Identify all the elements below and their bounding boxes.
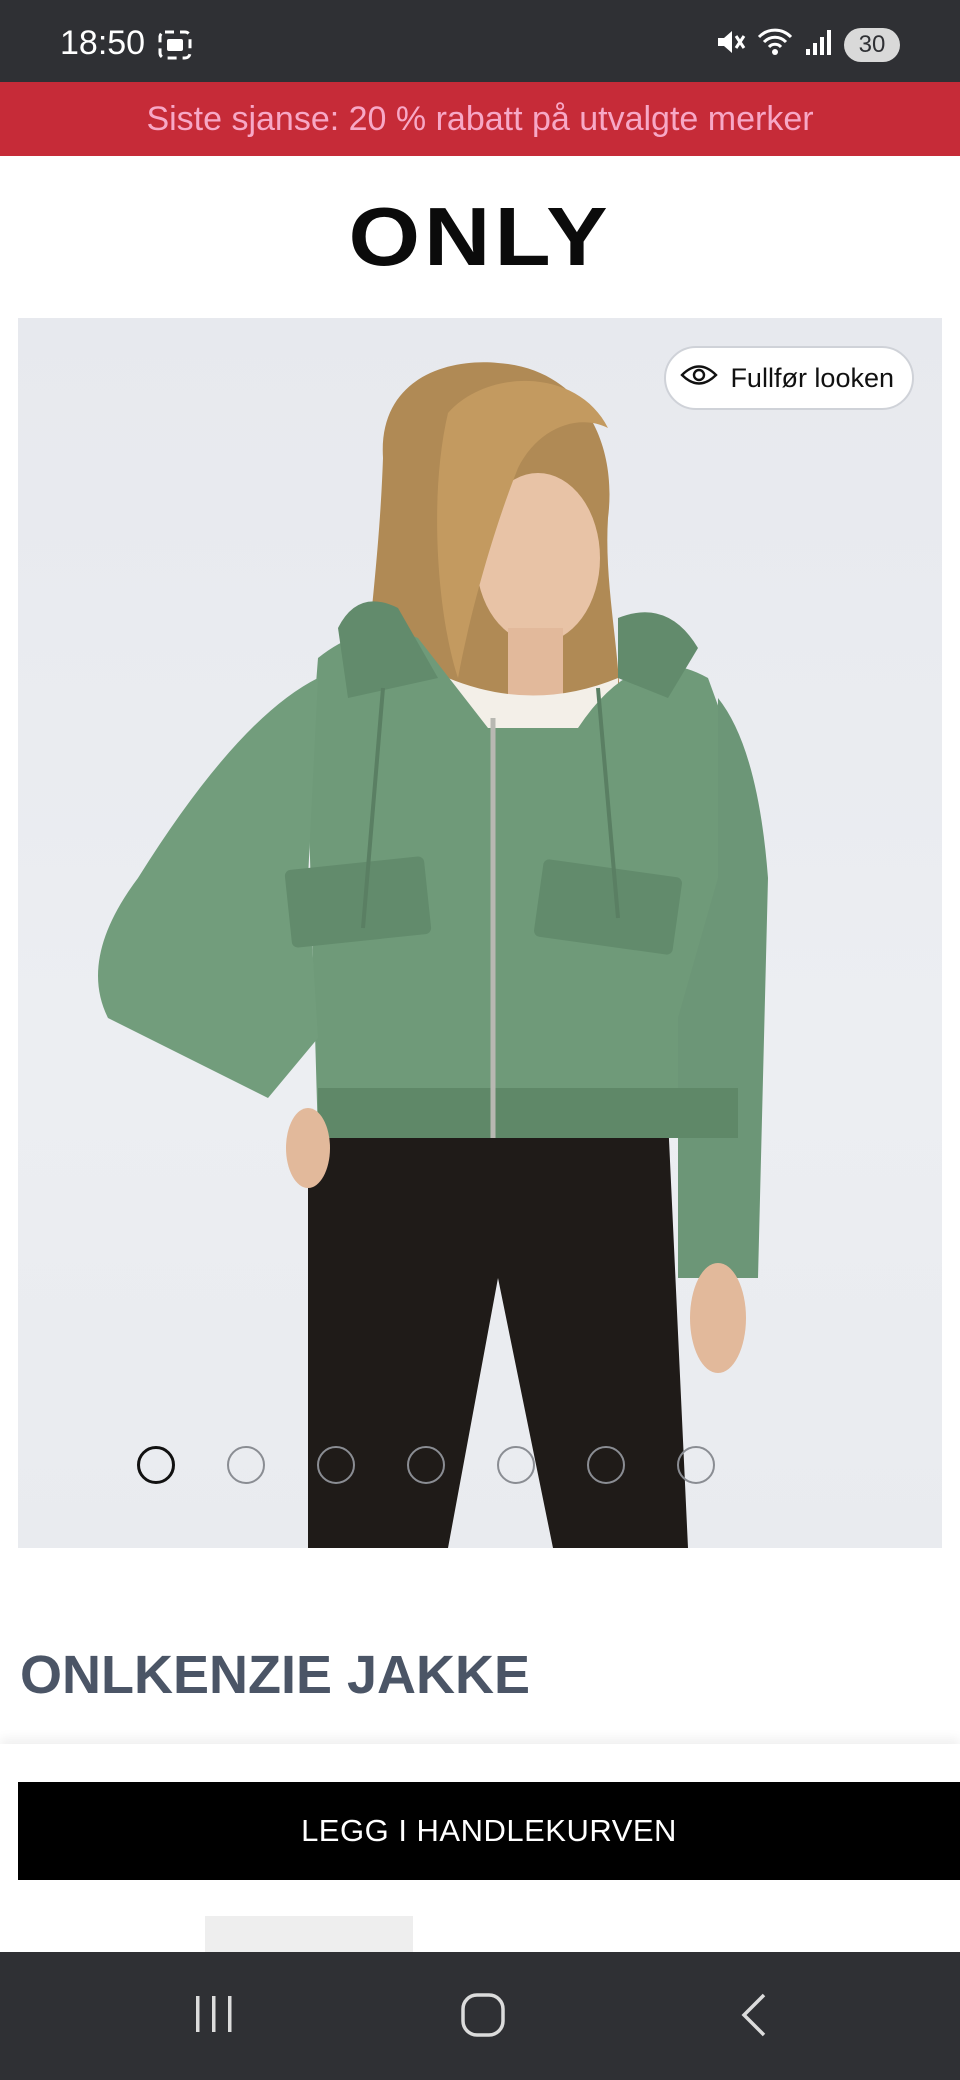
product-photo (98, 362, 768, 1548)
carousel-dot-7[interactable] (677, 1446, 715, 1484)
complete-look-button[interactable]: Fullfør looken (664, 346, 914, 410)
screenshot-icon (158, 30, 192, 65)
status-bar: 18:50 30 (0, 0, 960, 82)
promo-text: Siste sjanse: 20 % rabatt på utvalgte me… (146, 99, 814, 138)
status-right-group: 30 (714, 26, 900, 63)
wifi-icon (756, 26, 794, 63)
carousel-dot-3[interactable] (317, 1446, 355, 1484)
header-logo-bar: ONLY (0, 156, 960, 318)
signal-icon (804, 27, 834, 62)
product-image-gallery[interactable]: Fullfør looken (18, 318, 942, 1548)
status-time: 18:50 (60, 24, 146, 62)
carousel-dot-2[interactable] (227, 1446, 265, 1484)
content-peek-strip (205, 1916, 413, 1952)
add-to-cart-button[interactable]: LEGG I HANDLEKURVEN (18, 1782, 960, 1880)
home-icon[interactable] (460, 1992, 506, 2043)
complete-look-label: Fullfør looken (730, 362, 894, 393)
carousel-dot-5[interactable] (497, 1446, 535, 1484)
brand-logo[interactable]: ONLY (348, 190, 611, 285)
carousel-dot-1[interactable] (137, 1446, 175, 1484)
sticky-cart-bar: LEGG I HANDLEKURVEN (0, 1744, 960, 1952)
carousel-dot-4[interactable] (407, 1446, 445, 1484)
system-nav-bar (0, 1952, 960, 2080)
promo-banner[interactable]: Siste sjanse: 20 % rabatt på utvalgte me… (0, 82, 960, 156)
carousel-dot-6[interactable] (587, 1446, 625, 1484)
add-to-cart-label: LEGG I HANDLEKURVEN (301, 1813, 677, 1848)
eye-icon (680, 362, 719, 395)
back-icon[interactable] (736, 1992, 772, 2043)
mute-icon (714, 26, 746, 63)
carousel-dots (0, 1446, 906, 1484)
product-title: ONLKENZIE JAKKE (20, 1645, 531, 1705)
battery-indicator: 30 (844, 27, 900, 62)
recent-apps-icon[interactable] (192, 1992, 236, 2041)
